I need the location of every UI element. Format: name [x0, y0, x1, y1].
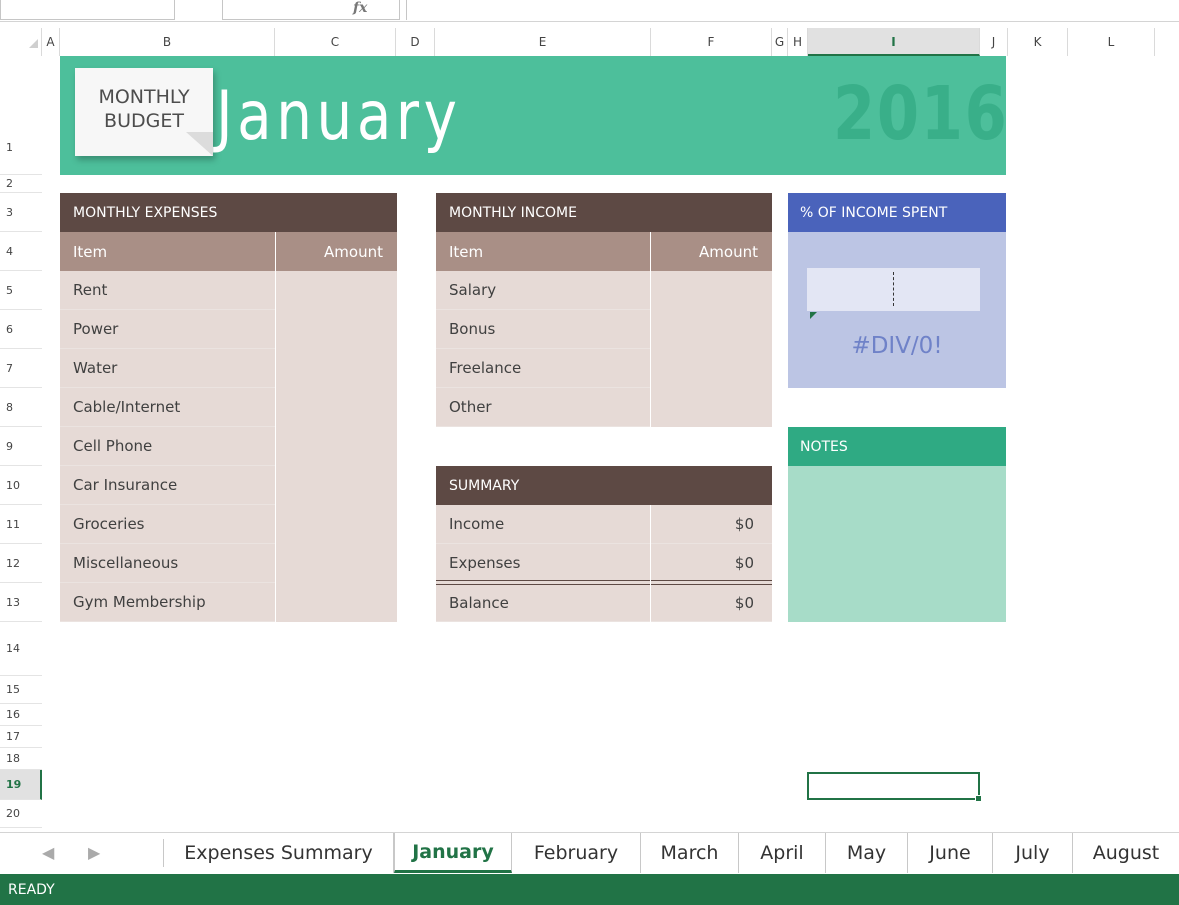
expense-item[interactable]: Car Insurance: [60, 466, 275, 505]
pct-income-spent-title: % OF INCOME SPENT: [788, 193, 1006, 232]
expenses-title: MONTHLY EXPENSES: [60, 193, 397, 232]
tab-april[interactable]: April: [739, 833, 826, 873]
select-all-icon: [29, 39, 38, 48]
formula-bar: fx: [0, 0, 1179, 22]
income-amount-column[interactable]: [651, 271, 772, 427]
income-divider: [650, 232, 651, 427]
income-item[interactable]: Freelance: [436, 349, 650, 388]
expense-item[interactable]: Cell Phone: [60, 427, 275, 466]
fill-handle[interactable]: [975, 795, 982, 802]
formula-input[interactable]: [406, 0, 1179, 20]
income-item[interactable]: Salary: [436, 271, 650, 310]
expenses-amount-header[interactable]: Amount: [276, 232, 397, 271]
expense-item[interactable]: Water: [60, 349, 275, 388]
notes-area[interactable]: [788, 466, 1006, 622]
expense-item[interactable]: Miscellaneous: [60, 544, 275, 583]
row-header[interactable]: 2: [0, 175, 42, 193]
tab-expenses-summary[interactable]: Expenses Summary: [164, 833, 394, 873]
column-header-f[interactable]: F: [651, 28, 772, 56]
active-cell-selection[interactable]: [807, 772, 980, 800]
summary-balance-value[interactable]: $0: [651, 585, 772, 622]
row-header[interactable]: 8: [0, 388, 42, 427]
expense-item[interactable]: Rent: [60, 271, 275, 310]
sheet-tab-bar: ◀ ▶ Expenses Summary January February Ma…: [0, 832, 1179, 874]
income-item[interactable]: Other: [436, 388, 650, 427]
row-header[interactable]: 16: [0, 704, 42, 726]
row-header-selected[interactable]: 19: [0, 770, 42, 800]
error-indicator-icon: [810, 312, 817, 319]
expenses-item-header[interactable]: Item: [60, 232, 275, 271]
summary-divider: [650, 505, 651, 622]
row-header[interactable]: 11: [0, 505, 42, 544]
column-header-d[interactable]: D: [396, 28, 435, 56]
tag-fold-icon: [186, 132, 213, 156]
tag-line-2: BUDGET: [104, 110, 184, 132]
row-header[interactable]: 7: [0, 349, 42, 388]
column-header-j[interactable]: J: [980, 28, 1008, 56]
column-header-e[interactable]: E: [435, 28, 651, 56]
column-header-h[interactable]: H: [788, 28, 808, 56]
prev-sheet-icon[interactable]: ◀: [42, 843, 54, 862]
tab-june[interactable]: June: [908, 833, 993, 873]
row-header[interactable]: 4: [0, 232, 42, 271]
month-title: January: [216, 77, 462, 156]
column-header-g[interactable]: G: [772, 28, 788, 56]
row-header[interactable]: 12: [0, 544, 42, 583]
year-title: 2016: [833, 71, 1009, 157]
tab-march[interactable]: March: [641, 833, 739, 873]
select-all-corner[interactable]: [0, 28, 42, 56]
expense-item[interactable]: Power: [60, 310, 275, 349]
row-header[interactable]: 18: [0, 748, 42, 770]
income-title: MONTHLY INCOME: [436, 193, 772, 232]
summary-income-label[interactable]: Income: [436, 505, 650, 544]
expense-item[interactable]: Cable/Internet: [60, 388, 275, 427]
column-headers: A B C D E F G H I J K L: [42, 28, 1179, 56]
expense-item[interactable]: Gym Membership: [60, 583, 275, 622]
column-header-c[interactable]: C: [275, 28, 396, 56]
tab-january[interactable]: January: [394, 833, 512, 873]
row-header[interactable]: 13: [0, 583, 42, 622]
column-header-l[interactable]: L: [1068, 28, 1155, 56]
tab-february[interactable]: February: [512, 833, 641, 873]
row-header[interactable]: 15: [0, 676, 42, 704]
summary-balance-label[interactable]: Balance: [436, 585, 650, 622]
summary-expenses-value[interactable]: $0: [651, 544, 772, 583]
expense-amount-column[interactable]: [276, 271, 397, 622]
formula-buttons: fx: [222, 0, 400, 20]
expense-item[interactable]: Groceries: [60, 505, 275, 544]
row-header[interactable]: 9: [0, 427, 42, 466]
row-header[interactable]: 1: [0, 56, 42, 175]
income-amount-header[interactable]: Amount: [651, 232, 772, 271]
status-bar: READY: [0, 874, 1179, 905]
fx-icon[interactable]: fx: [353, 0, 367, 16]
summary-title: SUMMARY: [436, 466, 772, 505]
income-item[interactable]: Bonus: [436, 310, 650, 349]
summary-expenses-label[interactable]: Expenses: [436, 544, 650, 583]
pct-income-spent-value[interactable]: #DIV/0!: [788, 333, 1006, 359]
column-header-k[interactable]: K: [1008, 28, 1068, 56]
status-text: READY: [8, 881, 55, 898]
row-header[interactable]: 17: [0, 726, 42, 748]
tab-august[interactable]: August: [1073, 833, 1179, 873]
income-item-header[interactable]: Item: [436, 232, 650, 271]
notes-title: NOTES: [788, 427, 1006, 466]
row-header[interactable]: 20: [0, 800, 42, 828]
row-header[interactable]: 10: [0, 466, 42, 505]
pct-marker: [893, 272, 894, 306]
column-header-b[interactable]: B: [60, 28, 275, 56]
expenses-divider: [275, 232, 276, 622]
summary-income-value[interactable]: $0: [651, 505, 772, 544]
column-header-a[interactable]: A: [42, 28, 60, 56]
column-header-i[interactable]: I: [808, 28, 980, 56]
row-header[interactable]: 6: [0, 310, 42, 349]
row-header[interactable]: 5: [0, 271, 42, 310]
tab-may[interactable]: May: [826, 833, 908, 873]
row-header[interactable]: 3: [0, 193, 42, 232]
tag-line-1: MONTHLY: [98, 86, 190, 108]
next-sheet-icon[interactable]: ▶: [88, 843, 100, 862]
name-box[interactable]: [0, 0, 175, 20]
tab-july[interactable]: July: [993, 833, 1073, 873]
row-header[interactable]: 14: [0, 622, 42, 676]
